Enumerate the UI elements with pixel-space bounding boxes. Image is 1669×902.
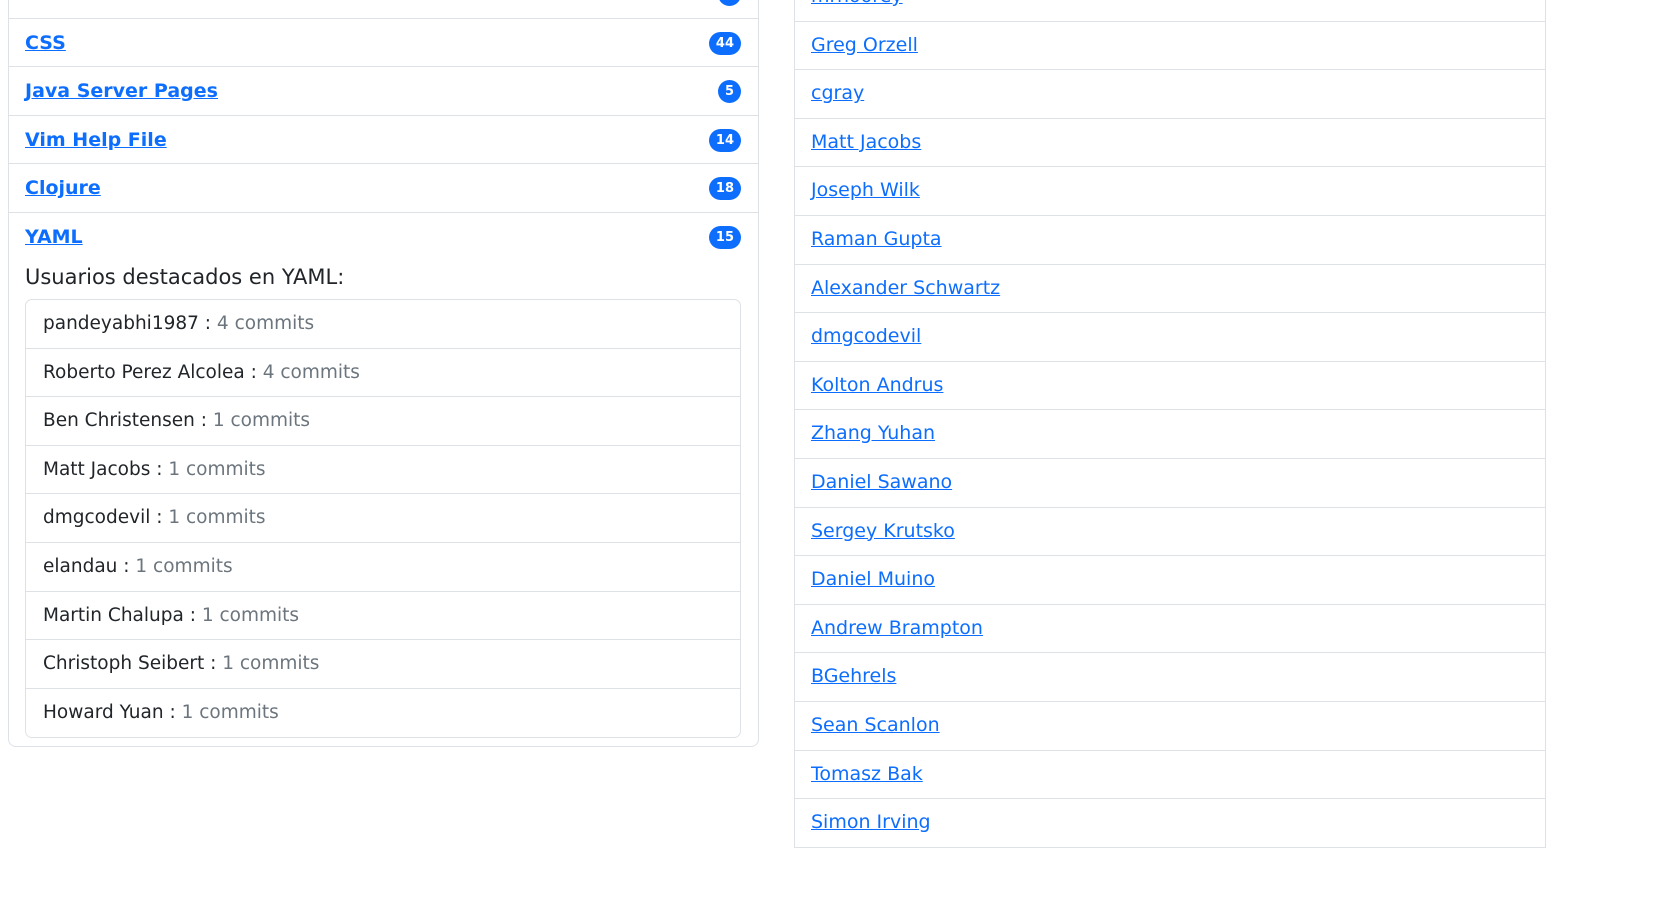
- language-link-java-server-pages[interactable]: Java Server Pages: [25, 80, 218, 102]
- user-commits: 1 commits: [201, 604, 300, 626]
- commit-count-badge: 14: [708, 128, 741, 152]
- user-name: Matt Jacobs :: [43, 458, 163, 480]
- featured-users-heading: Usuarios destacados en YAML:: [25, 264, 345, 289]
- contributor-link[interactable]: Daniel Muino: [811, 568, 935, 590]
- language-link-css[interactable]: CSS: [25, 32, 66, 54]
- list-item: elandau : 1 commits: [26, 543, 740, 592]
- list-item: cgray: [795, 70, 1545, 119]
- list-item: Sergey Krutsko: [795, 508, 1545, 557]
- list-item: Andrew Brampton: [795, 605, 1545, 654]
- contributor-link[interactable]: Daniel Sawano: [811, 471, 952, 493]
- list-item: Joseph Wilk: [795, 167, 1545, 216]
- commit-count-badge: 15: [708, 225, 741, 249]
- language-row-yaml: YAML 15 Usuarios destacados en YAML: pan…: [9, 213, 758, 746]
- list-item: Simon Irving: [795, 799, 1545, 848]
- user-name: elandau :: [43, 555, 130, 577]
- list-item: Christoph Seibert : 1 commits: [26, 640, 740, 689]
- languages-list: CSS 44 Java Server Pages 5 Vim Help File…: [8, 0, 759, 748]
- contributor-link[interactable]: mrnoorey: [811, 0, 903, 7]
- language-row: [9, 0, 758, 19]
- contributor-link[interactable]: Alexander Schwartz: [811, 277, 1000, 299]
- user-commits: 4 commits: [216, 312, 315, 334]
- contributor-link[interactable]: Matt Jacobs: [811, 131, 921, 153]
- list-item: pandeyabhi1987 : 4 commits: [26, 300, 740, 349]
- list-item: BGehrels: [795, 653, 1545, 702]
- page: CSS 44 Java Server Pages 5 Vim Help File…: [0, 0, 1669, 902]
- contributor-link[interactable]: cgray: [811, 82, 864, 104]
- user-name: Christoph Seibert :: [43, 653, 217, 675]
- language-row-css: CSS 44: [9, 19, 758, 68]
- contributor-link[interactable]: Zhang Yuhan: [811, 422, 935, 444]
- contributor-link[interactable]: Simon Irving: [811, 811, 931, 833]
- contributor-link[interactable]: Raman Gupta: [811, 228, 942, 250]
- list-item: Roberto Perez Alcolea : 4 commits: [26, 349, 740, 398]
- contributor-link[interactable]: Kolton Andrus: [811, 374, 943, 396]
- list-item: Tomasz Bak: [795, 751, 1545, 800]
- list-item: Martin Chalupa : 1 commits: [26, 592, 740, 641]
- featured-users-list: pandeyabhi1987 : 4 commits Roberto Perez…: [25, 298, 741, 739]
- user-commits: 1 commits: [135, 555, 233, 577]
- user-name: dmgcodevil :: [43, 507, 163, 529]
- language-row-clojure: Clojure 18: [9, 164, 758, 213]
- list-item: Greg Orzell: [795, 22, 1545, 71]
- commit-count-badge: [718, 0, 741, 6]
- list-item: Matt Jacobs: [795, 119, 1545, 168]
- user-commits: 1 commits: [168, 458, 266, 480]
- user-name: pandeyabhi1987 :: [43, 312, 212, 334]
- contributor-link[interactable]: dmgcodevil: [811, 325, 921, 347]
- contributor-link[interactable]: Sean Scanlon: [811, 714, 940, 736]
- user-name: Ben Christensen :: [43, 410, 207, 432]
- user-commits: 1 commits: [212, 410, 311, 432]
- list-item: Howard Yuan : 1 commits: [26, 689, 740, 738]
- user-commits: 4 commits: [262, 361, 360, 383]
- contributor-link[interactable]: Greg Orzell: [811, 34, 918, 56]
- user-name: Roberto Perez Alcolea :: [43, 361, 257, 383]
- list-item: Alexander Schwartz: [795, 265, 1545, 314]
- list-item: Zhang Yuhan: [795, 410, 1545, 459]
- list-item: Ben Christensen : 1 commits: [26, 397, 740, 446]
- contributor-link[interactable]: BGehrels: [811, 665, 896, 687]
- contributor-link[interactable]: Joseph Wilk: [811, 179, 920, 201]
- list-item: Sean Scanlon: [795, 702, 1545, 751]
- language-link-vim-help-file[interactable]: Vim Help File: [25, 129, 167, 151]
- user-commits: 1 commits: [168, 507, 266, 529]
- list-item: Daniel Muino: [795, 556, 1545, 605]
- user-name: Howard Yuan :: [43, 701, 176, 723]
- language-link-yaml[interactable]: YAML: [25, 226, 83, 248]
- user-commits: 1 commits: [181, 701, 279, 723]
- contributor-link[interactable]: Andrew Brampton: [811, 617, 983, 639]
- commit-count-badge: 44: [708, 31, 741, 55]
- language-link-clojure[interactable]: Clojure: [25, 177, 101, 199]
- list-item: Daniel Sawano: [795, 459, 1545, 508]
- language-row-vim: Vim Help File 14: [9, 116, 758, 165]
- list-item: dmgcodevil: [795, 313, 1545, 362]
- contributor-link[interactable]: Sergey Krutsko: [811, 520, 955, 542]
- user-name: Martin Chalupa :: [43, 604, 196, 626]
- contributors-list: mrnoorey Greg Orzell cgray Matt Jacobs J…: [794, 0, 1546, 848]
- contributor-link[interactable]: Tomasz Bak: [811, 763, 923, 785]
- list-item: mrnoorey: [795, 0, 1545, 22]
- commit-count-badge: 5: [717, 80, 741, 104]
- list-item: Raman Gupta: [795, 216, 1545, 265]
- language-row-jsp: Java Server Pages 5: [9, 67, 758, 116]
- list-item: Kolton Andrus: [795, 362, 1545, 411]
- user-commits: 1 commits: [222, 653, 320, 675]
- commit-count-badge: 18: [708, 177, 741, 201]
- list-item: dmgcodevil : 1 commits: [26, 494, 740, 543]
- list-item: Matt Jacobs : 1 commits: [26, 446, 740, 495]
